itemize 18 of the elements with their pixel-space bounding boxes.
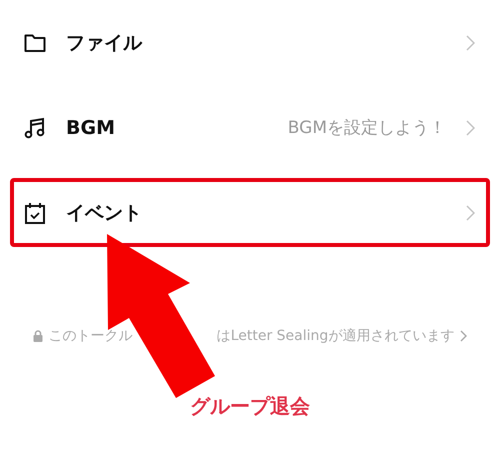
folder-icon <box>24 32 46 52</box>
settings-row[interactable]: BGM BGMを設定しよう！ <box>10 93 490 162</box>
lock-icon <box>32 330 43 342</box>
row-label: ファイル <box>66 30 144 56</box>
chevron-icon <box>460 330 468 342</box>
chevron-icon <box>466 204 475 220</box>
settings-row[interactable]: ファイル <box>10 8 490 77</box>
row-label: BGM <box>66 116 116 138</box>
settings-row[interactable]: イベント <box>10 178 490 247</box>
chevron-icon <box>466 34 475 50</box>
encryption-notice: このトークル <box>48 327 133 345</box>
row-label: イベント <box>66 200 143 226</box>
annotation-label: グループ退会 <box>190 393 310 420</box>
calendar-check-icon <box>24 202 46 224</box>
encryption-notice: はLetter Sealingが適用されています <box>216 327 454 345</box>
music-note-icon <box>24 116 46 138</box>
chevron-icon <box>466 120 475 136</box>
row-value: BGMを設定しよう！ <box>288 117 446 139</box>
